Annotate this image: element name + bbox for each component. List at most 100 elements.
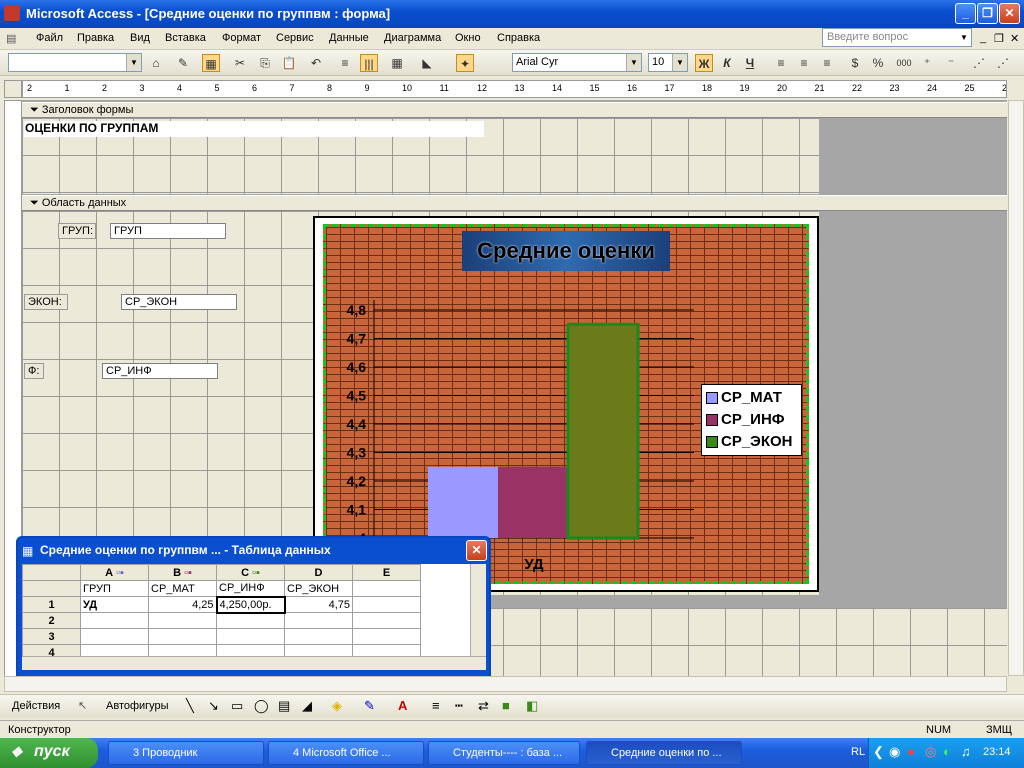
cell[interactable] bbox=[148, 612, 217, 629]
chart-legend[interactable]: СР_МАТ СР_ИНФ СР_ЭКОН bbox=[701, 384, 802, 456]
currency-icon[interactable]: $ bbox=[846, 54, 864, 72]
legend-item[interactable]: СР_ЭКОН bbox=[706, 431, 797, 453]
select-pointer-icon[interactable]: ↖ bbox=[78, 699, 87, 712]
close-button[interactable]: ✕ bbox=[999, 3, 1020, 24]
italic-button[interactable]: К bbox=[718, 54, 736, 72]
cell[interactable] bbox=[352, 580, 421, 597]
cut-icon[interactable]: ✂ bbox=[231, 54, 249, 72]
cell[interactable] bbox=[148, 628, 217, 645]
row-header[interactable]: 4 bbox=[22, 644, 81, 656]
font-color-icon[interactable]: A bbox=[398, 698, 407, 713]
task-office[interactable]: 4 Microsoft Office ... bbox=[268, 741, 424, 765]
underline-button[interactable]: Ч bbox=[741, 54, 759, 72]
chevron-down-icon[interactable]: ▼ bbox=[626, 54, 641, 71]
3d-icon[interactable]: ◧ bbox=[526, 698, 538, 714]
cell[interactable] bbox=[148, 644, 217, 656]
form-control-icon[interactable]: ▤ bbox=[6, 32, 16, 45]
arrow-icon[interactable]: ↘ bbox=[208, 698, 219, 714]
data-section-bar[interactable]: ⏷ Область данных bbox=[22, 195, 1007, 211]
row-header[interactable]: 1 bbox=[22, 596, 81, 613]
bold-button[interactable]: Ж bbox=[695, 54, 713, 72]
legend-item[interactable]: СР_ИНФ bbox=[706, 409, 797, 431]
paste-icon[interactable]: 📋 bbox=[280, 54, 298, 72]
field-label-inf[interactable]: Ф: bbox=[24, 363, 44, 379]
wordart-icon[interactable]: ◢ bbox=[302, 698, 312, 714]
align-center-icon[interactable]: ≡ bbox=[795, 54, 813, 72]
decrease-decimal-icon[interactable]: ⁻ bbox=[942, 54, 960, 72]
datasheet-icon[interactable]: ▦ bbox=[202, 54, 220, 72]
datasheet-window[interactable]: ▦ Средние оценки по группвм ... - Таблиц… bbox=[16, 536, 491, 684]
menu-edit[interactable]: Правка bbox=[77, 32, 114, 44]
main-vertical-scrollbar[interactable] bbox=[1008, 100, 1024, 676]
select-all-cell[interactable] bbox=[22, 564, 81, 581]
row-header[interactable]: 3 bbox=[22, 628, 81, 645]
actions-menu[interactable]: Действия bbox=[12, 700, 60, 712]
align-left-icon[interactable]: ≡ bbox=[772, 54, 790, 72]
field-label-grup[interactable]: ГРУП: bbox=[58, 223, 96, 239]
access-app-icon[interactable] bbox=[4, 5, 20, 21]
menu-help[interactable]: Справка bbox=[497, 32, 540, 44]
language-indicator[interactable]: RL bbox=[851, 746, 865, 758]
thousands-icon[interactable]: 000 bbox=[893, 54, 915, 72]
field-textbox-inf[interactable]: СР_ИНФ bbox=[102, 363, 218, 379]
font-name-combo[interactable]: Arial Cyr ▼ bbox=[512, 53, 642, 72]
line-style-icon[interactable]: ≡ bbox=[432, 698, 440, 713]
cell[interactable] bbox=[284, 628, 353, 645]
table-icon[interactable]: ▦ bbox=[388, 54, 406, 72]
percent-icon[interactable]: % bbox=[869, 54, 887, 72]
doc-restore-icon[interactable]: ❐ bbox=[994, 32, 1004, 45]
chart-type-icon[interactable]: ◣ bbox=[418, 54, 436, 72]
menu-tools[interactable]: Сервис bbox=[276, 32, 314, 44]
cell[interactable] bbox=[80, 612, 149, 629]
cell[interactable]: 4,75 bbox=[284, 596, 353, 613]
column-header-a[interactable]: A ▫▪ bbox=[80, 564, 149, 581]
main-horizontal-scrollbar[interactable] bbox=[4, 676, 1007, 692]
form-header-section-bar[interactable]: ⏷ Заголовок формы bbox=[22, 102, 1007, 118]
line-color-icon[interactable]: ✎ bbox=[364, 698, 375, 714]
start-button[interactable]: ❖ пуск bbox=[0, 738, 98, 768]
datasheet-grid[interactable]: A ▫▪ B ▫▪ C ▫▪ D E ГРУП СР_МАТ СР_ИНФ СР… bbox=[22, 564, 486, 656]
doc-close-icon[interactable]: ✕ bbox=[1010, 32, 1019, 45]
tray-volume-icon[interactable]: ♫ bbox=[961, 744, 971, 759]
object-combo[interactable]: ▼ bbox=[8, 53, 142, 72]
legend-item[interactable]: СР_МАТ bbox=[706, 387, 797, 409]
import-icon[interactable]: ✎ bbox=[174, 54, 192, 72]
datasheet-close-button[interactable]: ✕ bbox=[466, 540, 487, 561]
align-right-icon[interactable]: ≡ bbox=[818, 54, 836, 72]
menu-view[interactable]: Вид bbox=[130, 32, 150, 44]
datasheet-vertical-scrollbar[interactable] bbox=[470, 564, 486, 656]
column-header-c[interactable]: C ▫▪ bbox=[216, 564, 285, 581]
column-header-b[interactable]: B ▫▪ bbox=[148, 564, 217, 581]
cell[interactable] bbox=[80, 644, 149, 656]
ruler-corner[interactable] bbox=[4, 80, 22, 98]
task-current-form[interactable]: Средние оценки по ... bbox=[586, 741, 742, 765]
tray-eye-icon[interactable]: ◐ bbox=[943, 744, 951, 759]
cell[interactable]: СР_ЭКОН bbox=[284, 580, 353, 597]
undo-icon[interactable]: ↶ bbox=[307, 54, 325, 72]
oval-icon[interactable]: ◯ bbox=[254, 698, 269, 714]
ask-question-input[interactable]: Введите вопрос bbox=[822, 28, 972, 47]
chevron-down-icon[interactable]: ▼ bbox=[126, 54, 141, 71]
cell[interactable] bbox=[216, 644, 285, 656]
cell[interactable]: 4,25 bbox=[148, 596, 217, 613]
doc-minimize-icon[interactable]: _ bbox=[980, 32, 986, 44]
datasheet-horizontal-scrollbar[interactable] bbox=[22, 656, 486, 670]
chevron-down-icon[interactable]: ▼ bbox=[672, 54, 687, 71]
autoshapes-menu[interactable]: Автофигуры bbox=[106, 700, 169, 712]
cell[interactable] bbox=[284, 612, 353, 629]
cell[interactable] bbox=[80, 628, 149, 645]
rectangle-icon[interactable]: ▭ bbox=[231, 698, 243, 714]
shadow-icon[interactable]: ■ bbox=[502, 698, 510, 713]
task-explorer[interactable]: 3 Проводник bbox=[108, 741, 264, 765]
copy-icon[interactable]: ⎘ bbox=[256, 54, 274, 72]
column-header-d[interactable]: D bbox=[284, 564, 353, 581]
field-textbox-grup[interactable]: ГРУП bbox=[110, 223, 226, 239]
cell[interactable] bbox=[284, 644, 353, 656]
chevron-down-icon[interactable]: ▼ bbox=[958, 30, 970, 45]
cell[interactable]: УД bbox=[80, 596, 149, 613]
menu-format[interactable]: Формат bbox=[222, 32, 261, 44]
tray-chevron-icon[interactable]: ❮ bbox=[873, 744, 884, 760]
menu-window[interactable]: Окно bbox=[455, 32, 481, 44]
row-header[interactable] bbox=[22, 580, 81, 597]
arrow-style-icon[interactable]: ⇄ bbox=[478, 698, 489, 714]
